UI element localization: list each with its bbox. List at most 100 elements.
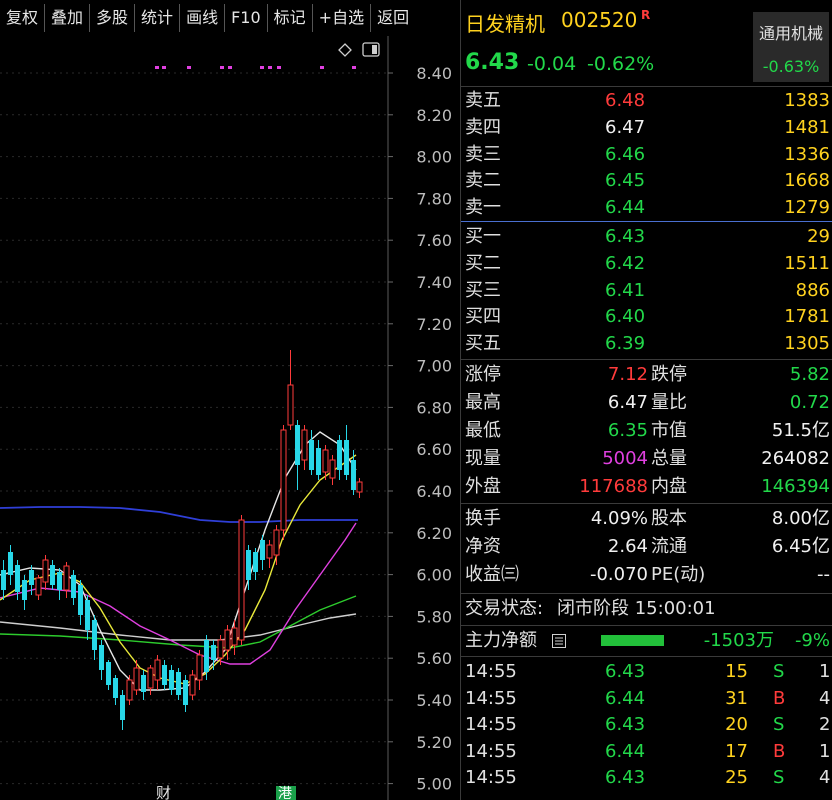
bid-level-row[interactable]: 买四 6.40 1781 [461, 304, 832, 330]
restore-rights-button[interactable]: 复权 [0, 4, 46, 32]
trade-status-label: 交易状态: [465, 598, 544, 619]
ask-level-row[interactable]: 卖四 6.47 1481 [461, 115, 832, 141]
main-flow-label: 主力净额 [465, 630, 537, 651]
candle-body [92, 620, 97, 650]
candle-body [1, 570, 6, 590]
f10-button[interactable]: F10 [225, 4, 268, 32]
kline-chart[interactable]: 8.40 8.20 8.00 7.80 7.60 7.40 7.20 7.00 6.80 6.60… [0, 36, 460, 800]
trade-time: 14:55 [465, 767, 517, 789]
bid-level-row[interactable]: 买一 6.43 29 [461, 224, 832, 250]
signal-dot [228, 66, 232, 69]
hk-connect-marker[interactable]: 港 [278, 786, 292, 800]
price-tick-label: 7.00 [416, 357, 452, 376]
back-button[interactable]: 返回 [371, 4, 415, 32]
trade-volume: 20 [725, 714, 748, 736]
candle-body [57, 572, 62, 590]
ask-level-label: 卖三 [465, 143, 501, 165]
chart-toolbar: 复权 叠加 多股 统计 画线 F10 标记 +自选 返回 [0, 0, 460, 36]
candle-body [322, 449, 329, 473]
stock-name: 日发精机 [465, 12, 545, 36]
candle-body [196, 654, 203, 681]
candle-body [8, 552, 13, 575]
candle-body [106, 662, 111, 685]
multi-stock-button[interactable]: 多股 [90, 4, 136, 32]
mid-line [461, 221, 832, 222]
price-tick-label: 8.20 [416, 106, 452, 125]
trade-row: 14:55 6.43 20 S 2 [461, 712, 832, 738]
draw-line-button[interactable]: 画线 [180, 4, 226, 32]
signal-dot [162, 66, 166, 69]
candle-body [344, 440, 349, 475]
bid-level-label: 买二 [465, 252, 501, 274]
sector-box[interactable]: 通用机械 -0.63% [753, 12, 829, 82]
main-flow-row[interactable]: 主力净额 -1503万 -9% [461, 628, 832, 654]
bid-level-label: 买三 [465, 279, 501, 301]
trade-row: 14:55 6.43 25 S 4 [461, 765, 832, 791]
section-divider [461, 656, 832, 657]
price-change: -0.04 [527, 53, 577, 75]
bid-level-volume: 29 [807, 226, 830, 247]
signal-dot [187, 66, 191, 69]
price-tick-label: 8.40 [416, 64, 452, 83]
price-tick-label: 5.00 [416, 775, 452, 794]
trade-row: 14:55 6.44 31 B 4 [461, 686, 832, 712]
candle-body [280, 429, 287, 531]
list-icon[interactable] [552, 634, 566, 648]
candle-body [50, 565, 55, 585]
candle-body [287, 384, 294, 426]
signal-dot [220, 66, 224, 69]
limit-up-value: 7.12 [607, 364, 648, 385]
bid-level-row[interactable]: 买二 6.42 1511 [461, 251, 832, 277]
main-flow-bar [601, 635, 664, 646]
candle-body [183, 680, 188, 705]
candle-body [260, 540, 265, 560]
overlay-button[interactable]: 叠加 [45, 4, 91, 32]
bid-level-row[interactable]: 买三 6.41 886 [461, 278, 832, 304]
diamond-icon[interactable] [338, 43, 352, 57]
price-tick-label: 6.00 [416, 566, 452, 585]
trade-count: 4 [819, 767, 831, 789]
limit-down-label: 跌停 [651, 364, 687, 385]
current-volume-value: 5004 [602, 448, 648, 469]
ask-level-row[interactable]: 卖一 6.44 1279 [461, 195, 832, 221]
trade-count: 2 [819, 714, 831, 736]
bid-level-row[interactable]: 买五 6.39 1305 [461, 331, 832, 357]
candle-body [204, 640, 209, 672]
candle-body [246, 550, 251, 580]
trade-volume: 15 [725, 661, 748, 682]
trade-side: S [773, 767, 785, 789]
bid-level-label: 买一 [465, 226, 501, 247]
ask-level-row[interactable]: 卖三 6.46 1336 [461, 142, 832, 168]
price-tick-label: 6.80 [416, 398, 452, 417]
trade-time: 14:55 [465, 687, 517, 709]
last-price: 6.43 [465, 50, 520, 75]
mark-button[interactable]: 标记 [268, 4, 313, 32]
trade-status-value: 闭市阶段 15:00:01 [557, 598, 716, 619]
pe-label: PE(动) [651, 564, 706, 585]
candle-body [253, 552, 258, 572]
ma-line-magenta [0, 522, 357, 665]
ask-level-price: 6.46 [605, 143, 646, 165]
market-cap-label: 市值 [651, 420, 687, 441]
ask-level-price: 6.48 [605, 90, 646, 111]
pe-value: -- [817, 564, 830, 585]
price-tick-label: 6.20 [416, 524, 452, 543]
signal-dots [155, 66, 356, 69]
ask-level-row[interactable]: 卖五 6.48 1383 [461, 88, 832, 114]
total-volume-value: 264082 [761, 448, 830, 469]
panel-toggle-icon[interactable] [362, 42, 380, 57]
finance-marker[interactable]: 财 [156, 784, 171, 800]
candle-body [231, 627, 238, 646]
statistics-button[interactable]: 统计 [135, 4, 181, 32]
quote-panel: 日发精机 002520 R 6.43 -0.04 -0.62% 通用机械 -0.… [460, 0, 832, 800]
trade-price: 6.44 [605, 687, 646, 709]
ask-level-volume: 1668 [784, 170, 830, 192]
trade-count: 4 [819, 687, 831, 709]
price-tick-label: 5.20 [416, 733, 452, 752]
candle-body [85, 600, 90, 630]
ask-level-price: 6.44 [605, 197, 646, 219]
add-watchlist-button[interactable]: +自选 [313, 4, 372, 32]
ask-level-row[interactable]: 卖二 6.45 1668 [461, 168, 832, 194]
signal-dot [320, 66, 324, 69]
signal-dot [260, 66, 264, 69]
